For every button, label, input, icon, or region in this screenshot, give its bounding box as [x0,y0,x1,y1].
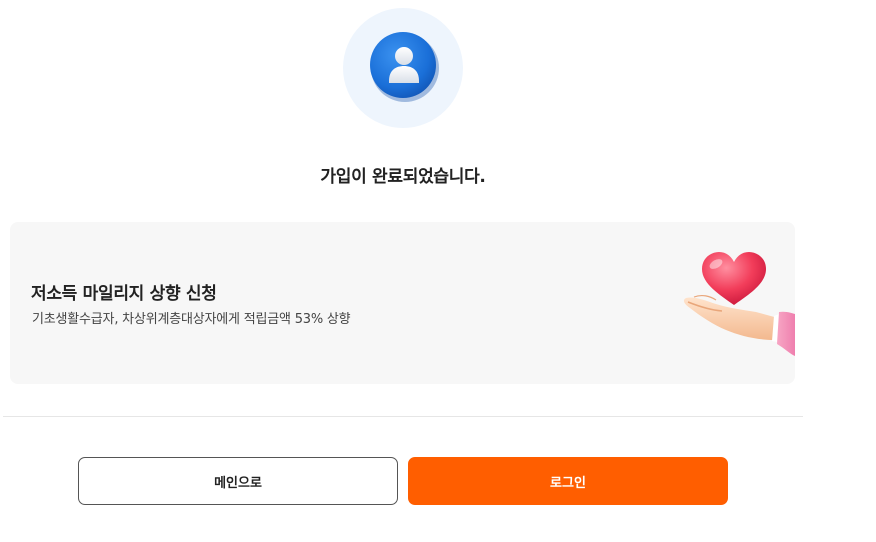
user-avatar-icon [370,32,439,102]
hand-holding-heart-icon [683,252,795,356]
login-button[interactable]: 로그인 [408,457,728,505]
low-income-mileage-banner[interactable]: 저소득 마일리지 상향 신청 기초생활수급자, 차상위계층대상자에게 적립금액 … [10,222,795,384]
banner-title: 저소득 마일리지 상향 신청 [31,284,217,304]
page-title: 가입이 완료되었습니다. [320,167,486,187]
divider [3,416,803,417]
banner-description: 기초생활수급자, 차상위계층대상자에게 적립금액 53% 상향 [32,312,351,327]
user-avatar [343,8,463,128]
go-main-button[interactable]: 메인으로 [78,457,398,505]
